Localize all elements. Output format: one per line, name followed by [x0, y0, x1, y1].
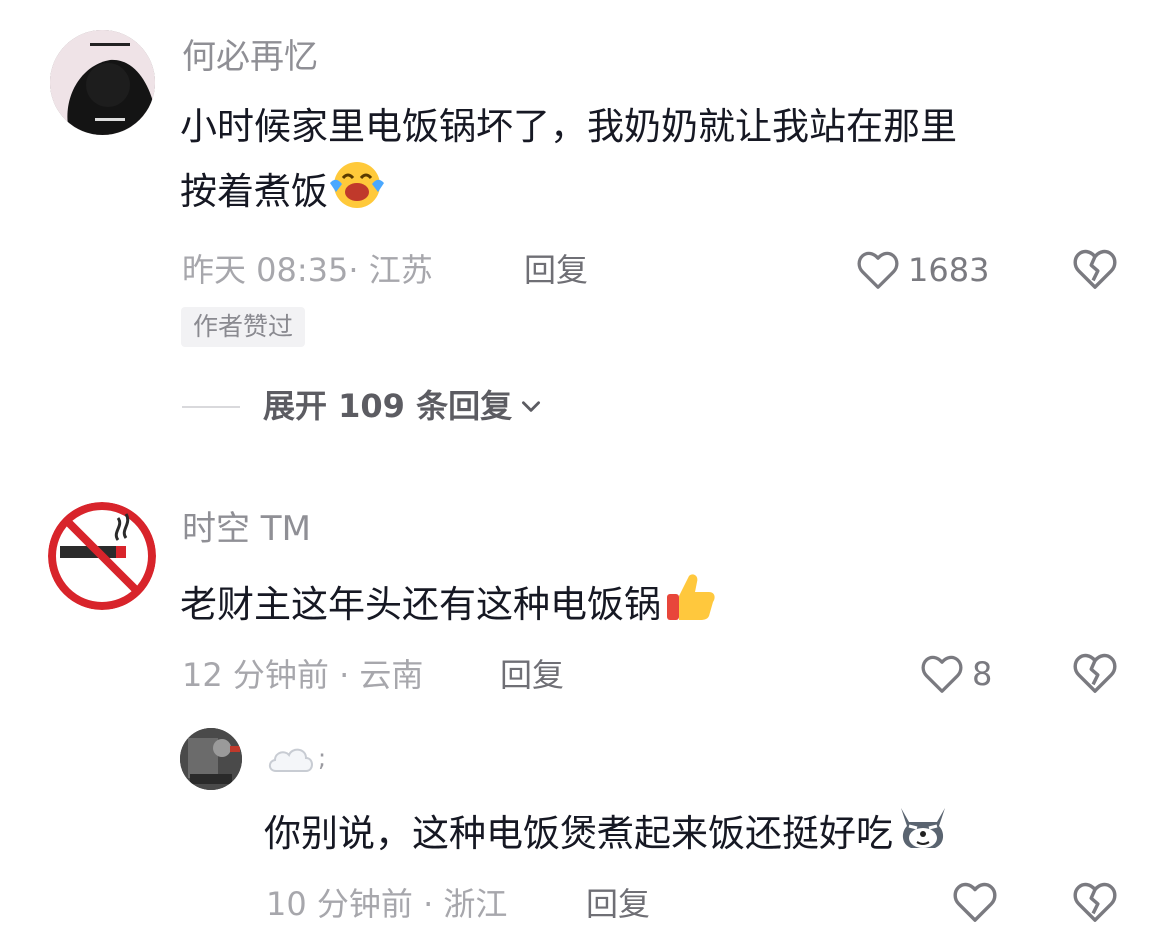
comment-text-body: 老财主这年头还有这种电饭锅 [180, 583, 661, 626]
reply-location: · 浙江 [423, 885, 508, 923]
comment-meta: 昨天 08:35· 江苏 [182, 250, 433, 290]
heart-outline-icon [953, 882, 997, 922]
comment-meta: 12 分钟前 · 云南 [182, 655, 423, 695]
reply-username[interactable]: ; [266, 738, 326, 778]
reply-text: 你别说，这种电饭煲煮起来饭还挺好吃 [264, 798, 953, 873]
dislike-button[interactable] [1072, 248, 1118, 294]
like-button[interactable] [952, 881, 998, 927]
comment-location: · 云南 [339, 656, 424, 694]
thumbs-up-emoji [661, 570, 717, 643]
husky-dog-emoji [893, 798, 953, 873]
reply-meta: 10 分钟前 · 浙江 [266, 884, 507, 924]
broken-heart-icon [1073, 249, 1117, 289]
comment-text-line2-text: 按着煮饭 [180, 170, 328, 213]
comment-time: 12 分钟前 [182, 656, 329, 694]
like-button[interactable]: 1683 [856, 248, 989, 292]
heart-outline-icon [857, 251, 899, 289]
comment-location: · 江苏 [348, 251, 433, 289]
broken-heart-icon [1073, 882, 1117, 922]
reply-button[interactable]: 回复 [524, 250, 588, 290]
chevron-down-icon [522, 401, 541, 412]
reply-button[interactable]: 回复 [586, 884, 650, 924]
comment-username[interactable]: 何必再忆 [182, 37, 318, 77]
comment-text: 小时候家里电饭锅坏了，我奶奶就让我站在那里 按着煮饭 [180, 96, 957, 229]
broken-heart-icon [1073, 653, 1117, 693]
author-liked-badge: 作者赞过 [181, 307, 306, 347]
comment-text-line2: 按着煮饭 [180, 158, 957, 229]
reply-time: 10 分钟前 [266, 885, 413, 923]
like-count: 1683 [908, 251, 990, 289]
crying-laughing-emoji [328, 158, 386, 229]
like-count: 8 [972, 655, 993, 693]
comment-username[interactable]: 时空 TM [182, 509, 311, 549]
dislike-button[interactable] [1072, 881, 1118, 927]
dislike-button[interactable] [1072, 652, 1118, 698]
cloud-icon [268, 748, 313, 772]
avatar[interactable] [48, 502, 156, 610]
reply-button[interactable]: 回复 [500, 655, 564, 695]
avatar[interactable] [180, 728, 242, 790]
expand-divider [182, 406, 240, 408]
expand-replies-label: 展开 109 条回复 [263, 387, 513, 425]
avatar[interactable] [50, 30, 155, 135]
heart-outline-icon [921, 655, 963, 693]
comment-text-line1: 小时候家里电饭锅坏了，我奶奶就让我站在那里 [180, 105, 957, 148]
expand-replies-button[interactable]: 展开 109 条回复 [263, 386, 544, 426]
reply-text-body: 你别说，这种电饭煲煮起来饭还挺好吃 [264, 812, 893, 855]
like-button[interactable]: 8 [920, 652, 992, 696]
reply-username-text: ; [318, 744, 327, 772]
comment-text: 老财主这年头还有这种电饭锅 [180, 570, 717, 643]
comment-time: 昨天 08:35 [182, 251, 349, 289]
